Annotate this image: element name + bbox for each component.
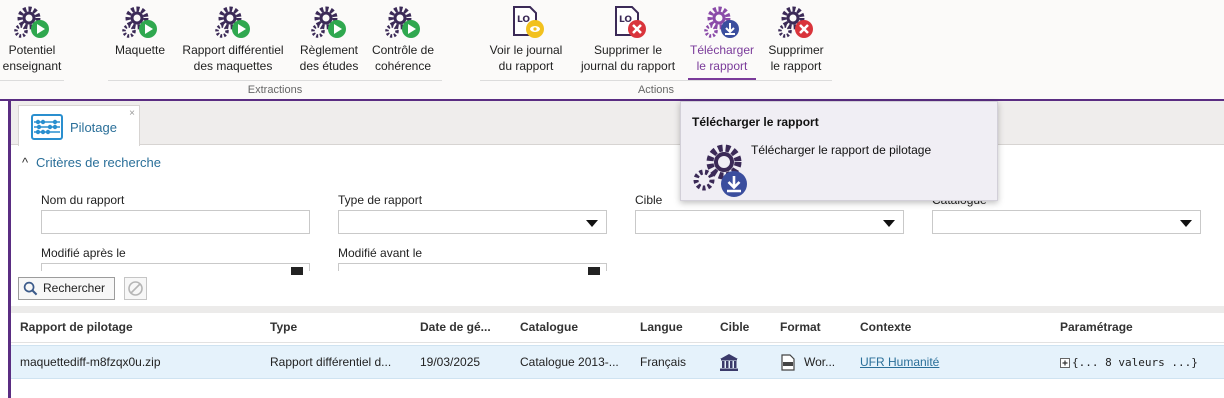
catalog-select[interactable] — [932, 210, 1201, 234]
modified-after-label: Modifié après le — [41, 246, 126, 260]
voir-journal-button[interactable]: LO Voir le journal du rapport — [482, 4, 570, 74]
report-name-label: Nom du rapport — [41, 193, 125, 207]
chevron-up-icon: ^ — [22, 155, 29, 170]
gears-play-icon — [14, 6, 49, 38]
institution-icon — [720, 354, 738, 371]
caret-down-icon — [1180, 220, 1192, 227]
col-header-params[interactable]: Paramétrage — [1060, 320, 1210, 334]
report-type-label: Type de rapport — [338, 193, 423, 207]
maquette-button[interactable]: Maquette — [110, 4, 170, 58]
cell-report: maquettediff-m8fzqx0u.zip — [20, 355, 161, 369]
tooltip-description: Télécharger le rapport de pilotage — [751, 143, 932, 157]
search-button[interactable]: Rechercher — [18, 277, 115, 300]
word-document-icon — [781, 354, 795, 371]
caret-down-icon — [586, 220, 598, 227]
tab-close-icon[interactable]: × — [129, 108, 135, 119]
col-header-target[interactable]: Cible — [720, 320, 770, 334]
search-criteria-label: Critères de recherche — [36, 155, 161, 170]
cell-language: Français — [640, 355, 687, 369]
log-delete-icon: LO — [615, 6, 646, 38]
grid-header: Rapport de pilotage Type Date de gé... C… — [11, 313, 1224, 343]
expand-icon[interactable] — [1060, 358, 1070, 368]
col-header-format[interactable]: Format — [780, 320, 850, 334]
group-separator — [0, 80, 64, 81]
cancel-icon — [128, 281, 143, 296]
search-button-label: Rechercher — [43, 281, 106, 295]
controle-coherence-button[interactable]: Contrôle de cohérence — [366, 4, 440, 74]
col-header-context[interactable]: Contexte — [860, 320, 1050, 334]
col-header-language[interactable]: Langue — [640, 320, 710, 334]
cell-type: Rapport différentiel d... — [270, 355, 392, 369]
supprimer-rapport-button[interactable]: Supprimer le rapport — [762, 4, 830, 74]
abacus-icon — [31, 114, 63, 140]
button-label: Règlement des études — [299, 43, 359, 73]
report-type-select[interactable] — [338, 210, 607, 234]
caret-down-icon — [883, 220, 895, 227]
calendar-icon[interactable] — [291, 267, 303, 275]
tab-pilotage[interactable]: Pilotage × — [18, 105, 140, 146]
tooltip: Télécharger le rapport Télécharger le ra… — [680, 101, 998, 201]
log-view-icon: LO — [513, 6, 544, 38]
modified-after-input[interactable] — [41, 263, 310, 275]
col-header-date[interactable]: Date de gé... — [420, 320, 500, 334]
group-label-actions: Actions — [637, 84, 675, 96]
group-separator — [480, 80, 832, 81]
reset-button[interactable] — [124, 277, 147, 300]
col-header-catalog[interactable]: Catalogue — [520, 320, 630, 334]
modified-before-label: Modifié avant le — [338, 246, 423, 260]
reglement-etudes-button[interactable]: Règlement des études — [296, 4, 362, 74]
gears-play-icon — [385, 6, 420, 38]
button-label: Voir le journal du rapport — [489, 43, 563, 73]
button-label: Supprimer le rapport — [768, 43, 824, 73]
target-select[interactable] — [635, 210, 904, 234]
button-label: Supprimer le journal du rapport — [580, 43, 676, 73]
button-label: Rapport différentiel des maquettes — [182, 43, 284, 73]
button-label: Contrôle de cohérence — [371, 43, 435, 73]
gears-play-icon — [215, 6, 250, 38]
button-label: Maquette — [114, 43, 166, 57]
report-name-input[interactable] — [41, 210, 310, 234]
tab-bar: Pilotage × — [11, 101, 1224, 146]
search-icon — [23, 281, 38, 296]
cell-format: Wor... — [804, 355, 836, 369]
gears-download-icon — [704, 6, 739, 38]
telecharger-rapport-button[interactable]: Télécharger le rapport — [686, 4, 758, 80]
button-label: Télécharger le rapport — [689, 43, 755, 73]
button-label: Potentiel enseignant — [2, 43, 62, 73]
group-label-extractions: Extractions — [247, 84, 303, 96]
group-separator — [108, 80, 442, 81]
gears-play-icon — [311, 6, 346, 38]
gears-download-icon — [693, 144, 747, 197]
calendar-icon[interactable] — [588, 267, 600, 275]
tooltip-title: Télécharger le rapport — [692, 115, 819, 129]
cell-params: {... 8 valeurs ...} — [1072, 356, 1198, 369]
modified-before-input[interactable] — [338, 263, 607, 275]
col-header-report[interactable]: Rapport de pilotage — [20, 320, 260, 334]
cell-date: 19/03/2025 — [420, 355, 481, 369]
cell-context-link[interactable]: UFR Humanité — [860, 355, 1050, 369]
rapport-differentiel-button[interactable]: Rapport différentiel des maquettes — [176, 4, 290, 74]
supprimer-journal-button[interactable]: LO Supprimer le journal du rapport — [574, 4, 682, 74]
cell-catalog: Catalogue 2013-... — [520, 355, 619, 369]
table-row[interactable]: maquettediff-m8fzqx0u.zip Rapport différ… — [11, 345, 1224, 379]
gears-play-icon — [122, 6, 157, 38]
target-label: Cible — [635, 193, 663, 207]
search-criteria-toggle[interactable]: ^ Critères de recherche — [22, 155, 161, 170]
col-header-type[interactable]: Type — [270, 320, 410, 334]
tab-label: Pilotage — [70, 120, 117, 135]
gears-delete-icon — [778, 6, 813, 38]
ribbon-toolbar: Potentiel enseignant Maquette Rapport di… — [0, 0, 1224, 101]
grid-separator — [11, 306, 1224, 313]
potentiel-enseignant-button[interactable]: Potentiel enseignant — [0, 4, 64, 74]
